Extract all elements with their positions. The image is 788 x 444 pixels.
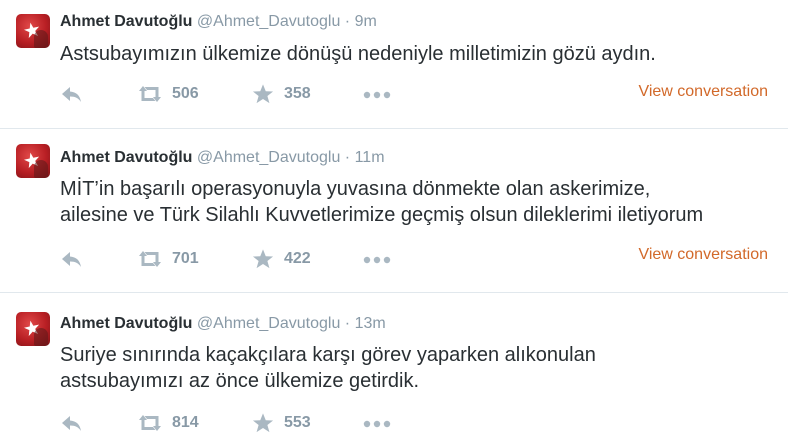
tweet[interactable]: ★ Ahmet Davutoğlu @Ahmet_Davutoglu · 11m… bbox=[0, 129, 788, 293]
tweet-actions: 814 553 bbox=[60, 411, 780, 435]
reply-icon bbox=[62, 87, 81, 102]
favorite-count: 358 bbox=[284, 85, 311, 102]
tweet[interactable]: ★ Ahmet Davutoğlu @Ahmet_Davutoglu · 9m … bbox=[0, 0, 788, 129]
favorite-count: 553 bbox=[284, 414, 311, 431]
separator: · bbox=[344, 315, 351, 332]
reply-button[interactable] bbox=[60, 247, 90, 271]
star-icon bbox=[252, 249, 274, 269]
retweet-button[interactable]: 814 bbox=[136, 411, 206, 435]
tweet-text: MİT’in başarılı operasyonuyla yuvasına d… bbox=[60, 176, 780, 228]
tweet-text-line: Astsubayımızın ülkemize dönüşü nedeniyle… bbox=[60, 43, 656, 65]
star-icon bbox=[252, 413, 274, 433]
timestamp[interactable]: 9m bbox=[355, 13, 377, 30]
tweet-text: Astsubayımızın ülkemize dönüşü nedeniyle… bbox=[60, 41, 780, 67]
reply-icon bbox=[62, 416, 81, 431]
author-name[interactable]: Ahmet Davutoğlu bbox=[60, 13, 192, 30]
more-icon bbox=[363, 420, 391, 428]
view-conversation-link[interactable]: View conversation bbox=[638, 244, 768, 266]
retweet-button[interactable]: 506 bbox=[136, 82, 206, 106]
retweet-button[interactable]: 701 bbox=[136, 247, 206, 271]
favorite-button[interactable]: 553 bbox=[252, 411, 322, 435]
tweet-header: Ahmet Davutoğlu @Ahmet_Davutoglu · 13m bbox=[60, 312, 386, 336]
reply-icon bbox=[62, 252, 81, 267]
favorite-count: 422 bbox=[284, 250, 311, 267]
tweet-text-line: Suriye sınırında kaçakçılara karşı görev… bbox=[60, 344, 596, 366]
reply-button[interactable] bbox=[60, 411, 90, 435]
tweet-text: Suriye sınırında kaçakçılara karşı görev… bbox=[60, 342, 780, 394]
more-icon bbox=[363, 256, 391, 264]
more-icon bbox=[363, 91, 391, 99]
retweet-count: 814 bbox=[172, 414, 199, 431]
separator: · bbox=[344, 13, 351, 30]
author-handle[interactable]: @Ahmet_Davutoglu bbox=[197, 149, 340, 166]
tweet-header: Ahmet Davutoğlu @Ahmet_Davutoglu · 11m bbox=[60, 146, 385, 170]
more-button[interactable] bbox=[362, 411, 394, 435]
author-name[interactable]: Ahmet Davutoğlu bbox=[60, 149, 192, 166]
separator: · bbox=[344, 149, 351, 166]
timestamp[interactable]: 11m bbox=[355, 149, 385, 166]
retweet-count: 506 bbox=[172, 85, 199, 102]
avatar[interactable]: ★ bbox=[16, 312, 50, 346]
tweet-text-line: MİT’in başarılı operasyonuyla yuvasına d… bbox=[60, 178, 651, 200]
tweet-text-line: ailesine ve Türk Silahlı Kuvvetlerimize … bbox=[60, 204, 704, 226]
favorite-button[interactable]: 422 bbox=[252, 247, 322, 271]
tweet-text-line: astsubayımızı az önce ülkemize getirdik. bbox=[60, 370, 420, 392]
tweet[interactable]: ★ Ahmet Davutoğlu @Ahmet_Davutoglu · 13m… bbox=[0, 293, 788, 444]
view-conversation-link[interactable]: View conversation bbox=[638, 81, 768, 103]
retweet-icon bbox=[139, 86, 161, 102]
author-handle[interactable]: @Ahmet_Davutoglu bbox=[197, 13, 340, 30]
tweet-header: Ahmet Davutoğlu @Ahmet_Davutoglu · 9m bbox=[60, 10, 377, 34]
author-name[interactable]: Ahmet Davutoğlu bbox=[60, 315, 192, 332]
retweet-count: 701 bbox=[172, 250, 199, 267]
retweet-icon bbox=[139, 251, 161, 267]
avatar[interactable]: ★ bbox=[16, 144, 50, 178]
more-button[interactable] bbox=[362, 82, 394, 106]
favorite-button[interactable]: 358 bbox=[252, 82, 322, 106]
retweet-icon bbox=[139, 415, 161, 431]
author-handle[interactable]: @Ahmet_Davutoglu bbox=[197, 315, 340, 332]
more-button[interactable] bbox=[362, 247, 394, 271]
star-icon bbox=[252, 84, 274, 104]
avatar[interactable]: ★ bbox=[16, 14, 50, 48]
timestamp[interactable]: 13m bbox=[355, 315, 386, 332]
reply-button[interactable] bbox=[60, 82, 90, 106]
